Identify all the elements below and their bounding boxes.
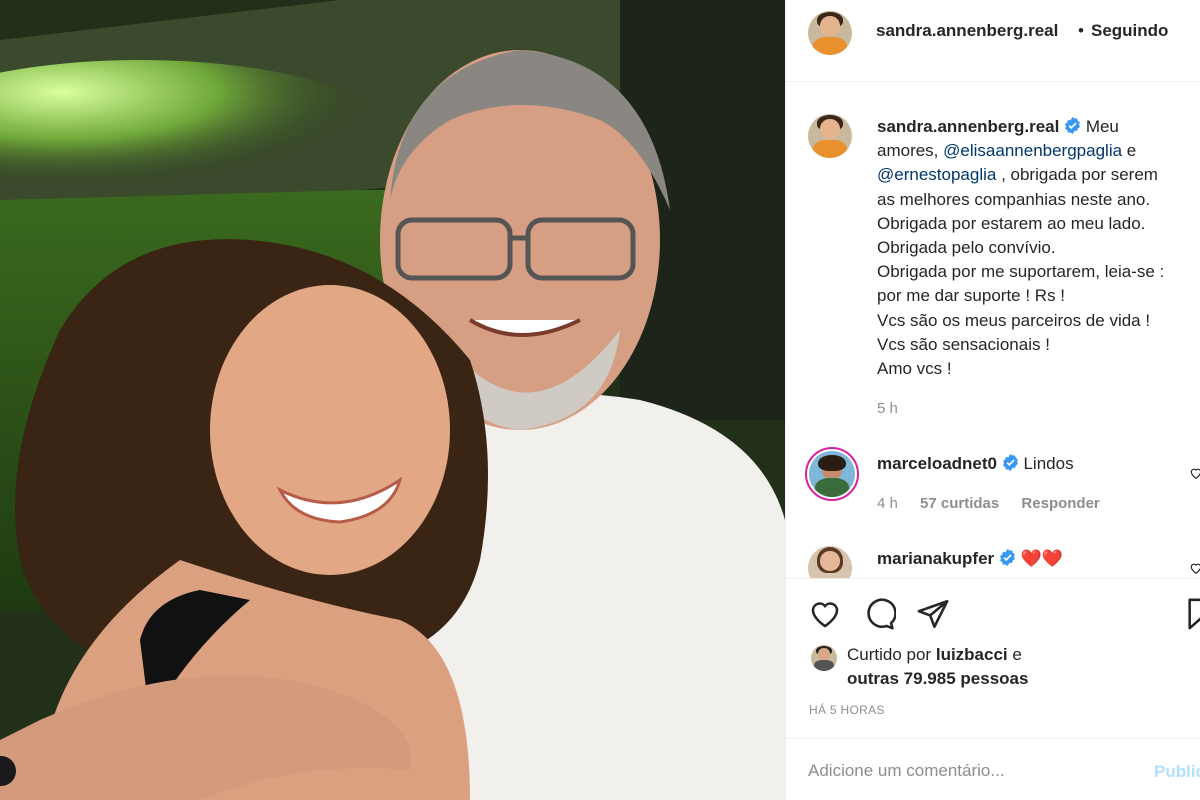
comment-body: ❤️❤️ [1020,549,1063,568]
post-age[interactable]: HÁ 5 HORAS [809,703,885,717]
liked-by-line: Curtido por luizbacci e [847,645,1022,665]
header-separator: • [1078,21,1084,40]
avatar-face [820,16,840,36]
commenter-avatar[interactable] [805,447,859,501]
heart-icon[interactable] [808,597,842,631]
bookmark-icon[interactable] [1184,597,1200,631]
caption-line: Vcs são os meus parceiros de vida ! [877,310,1151,330]
avatar-shirt [813,139,847,158]
comment-icon[interactable] [862,597,896,631]
caption-username[interactable]: sandra.annenberg.real [877,117,1059,136]
photo-illustration [0,0,785,800]
caption-line: e [1126,141,1137,161]
author-avatar[interactable] [808,11,852,55]
caption-author-avatar[interactable] [808,114,852,158]
post-sidebar: sandra.annenberg.real • Seguindo sandra.… [785,0,1200,800]
liked-by-suffix: e [1012,645,1022,664]
liker-avatar[interactable] [811,645,837,671]
following-button[interactable]: Seguindo [1091,21,1168,41]
caption-text: sandra.annenberg.real Meu amores, @elisa… [877,115,1200,381]
likes-count[interactable]: outras 79.985 pessoas [847,669,1028,689]
caption-line: Obrigada por estarem ao meu lado. [877,213,1146,233]
comment-body: Lindos [1023,454,1074,473]
caption-line: Amo vcs ! [877,359,952,379]
comment-username[interactable]: marianakupfer [877,549,994,568]
avatar-shirt [814,660,834,671]
comment-text-row: marianakupfer ❤️❤️ [877,549,1063,569]
send-icon[interactable] [916,597,950,631]
comment-composer: Publicar [786,738,1200,800]
verified-badge-icon [1065,117,1080,134]
post-header: sandra.annenberg.real • Seguindo [786,0,1200,82]
caption-line: , obrigada por serem [1001,165,1158,185]
comment-likes-count[interactable]: 57 curtidas [920,495,999,512]
avatar-face [818,648,830,660]
author-username[interactable]: sandra.annenberg.real [876,21,1058,41]
avatar-face [820,551,840,571]
caption-line: por me dar suporte ! Rs ! [877,286,1066,306]
publish-button[interactable]: Publicar [1154,762,1200,782]
comment-meta: 4 h 57 curtidas Responder [877,495,1118,512]
caption-line: Obrigada pelo convívio. [877,238,1056,258]
comment-text-row: marceloadnet0 Lindos [877,454,1074,474]
verified-badge-icon [1000,549,1015,566]
liked-by-user[interactable]: luizbacci [936,645,1008,664]
post-actions: Curtido por luizbacci e outras 79.985 pe… [786,578,1200,738]
comment-time[interactable]: 4 h [877,495,898,512]
caption-line: Obrigada por me suportarem, leia-se : [877,262,1165,282]
avatar-photo [809,451,855,497]
avatar-shirt [813,36,847,55]
caption-line: Meu [1085,117,1119,136]
avatar-face [820,119,840,139]
reply-button[interactable]: Responder [1021,495,1099,512]
caption-line: amores, [877,141,939,161]
comment-input[interactable] [808,757,1138,785]
verified-badge-icon [1002,454,1018,471]
post-photo[interactable] [0,0,785,800]
liked-by-prefix: Curtido por [847,645,932,664]
caption-line: Vcs são sensacionais ! [877,334,1050,354]
avatar-hair [818,454,846,472]
comment-like-heart-icon[interactable] [1189,466,1200,480]
caption-line: as melhores companhias neste ano. [877,189,1151,209]
mention-link[interactable]: @ernestopaglia [877,165,996,184]
caption-timestamp[interactable]: 5 h [877,400,898,417]
comment-username[interactable]: marceloadnet0 [877,454,997,473]
avatar-shirt [814,477,850,497]
mention-link[interactable]: @elisaannenbergpaglia [943,141,1122,160]
comment-like-heart-icon[interactable] [1189,561,1200,575]
